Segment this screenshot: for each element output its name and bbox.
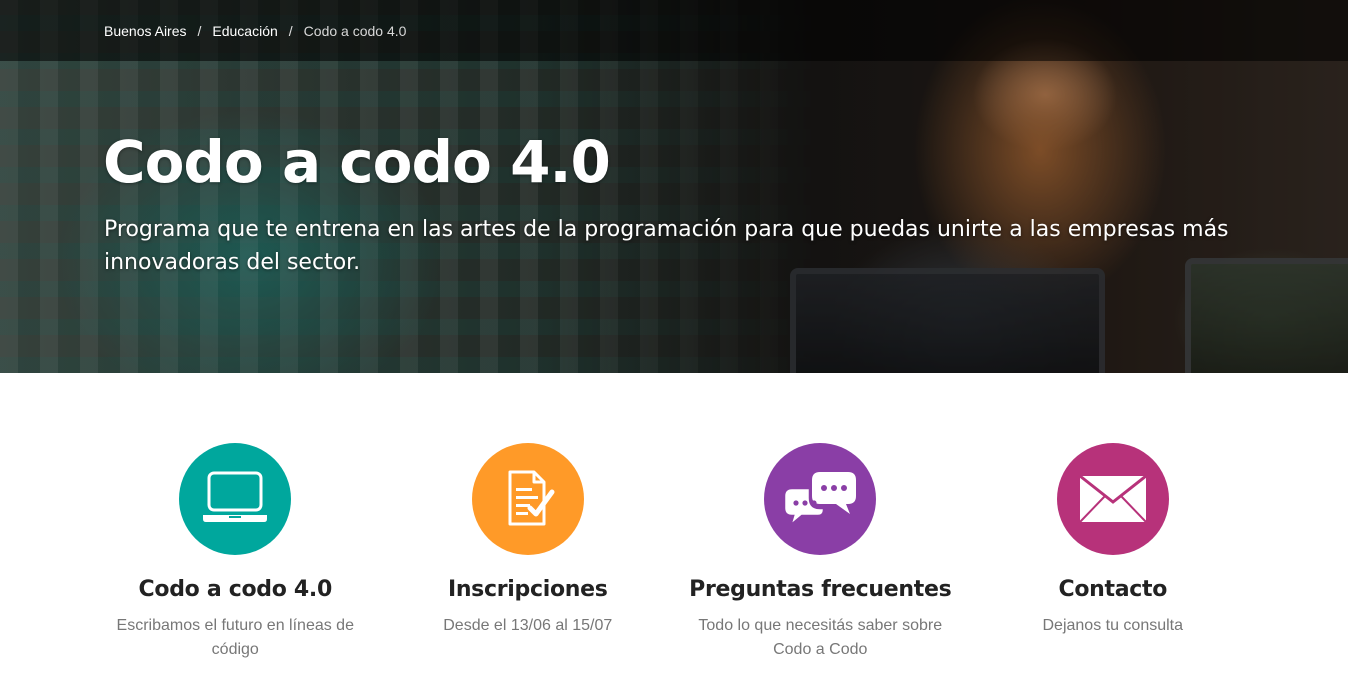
feature-card-codo-a-codo[interactable]: Codo a codo 4.0 Escribamos el futuro en … — [89, 443, 382, 662]
feature-title[interactable]: Inscripciones — [448, 577, 608, 602]
feature-card-inscripciones[interactable]: Inscripciones Desde el 13/06 al 15/07 — [382, 443, 675, 662]
breadcrumb: Buenos Aires / Educación / Codo a codo 4… — [0, 0, 1348, 61]
breadcrumb-separator: / — [197, 22, 202, 39]
feature-description: Escribamos el futuro en líneas de código — [116, 617, 354, 658]
feature-title[interactable]: Preguntas frecuentes — [689, 577, 952, 602]
hero-banner: Buenos Aires / Educación / Codo a codo 4… — [0, 0, 1348, 373]
envelope-icon[interactable] — [1056, 443, 1169, 555]
page-subtitle: Programa que te entrena en las artes de … — [104, 217, 1229, 275]
page-title: Codo a codo 4.0 — [103, 128, 611, 196]
breadcrumb-separator: / — [288, 22, 293, 39]
feature-title[interactable]: Codo a codo 4.0 — [139, 577, 333, 602]
feature-description: Todo lo que necesitás saber sobre Codo a… — [698, 617, 943, 658]
breadcrumb-link-educacion[interactable]: Educación — [212, 23, 277, 39]
breadcrumb-current: Codo a codo 4.0 — [303, 22, 407, 39]
feature-description: Desde el 13/06 al 15/07 — [443, 617, 613, 634]
feature-card-contacto[interactable]: Contacto Dejanos tu consulta — [967, 443, 1260, 662]
feature-grid: Codo a codo 4.0 Escribamos el futuro en … — [89, 443, 1259, 662]
breadcrumb-link-buenos-aires[interactable]: Buenos Aires — [104, 23, 187, 39]
chat-bubbles-icon[interactable] — [764, 443, 877, 555]
laptop-icon[interactable] — [179, 443, 292, 555]
form-check-icon[interactable] — [471, 443, 584, 555]
feature-description: Dejanos tu consulta — [1042, 617, 1184, 634]
feature-title[interactable]: Contacto — [1058, 577, 1167, 602]
feature-card-preguntas[interactable]: Preguntas frecuentes Todo lo que necesit… — [674, 443, 967, 662]
